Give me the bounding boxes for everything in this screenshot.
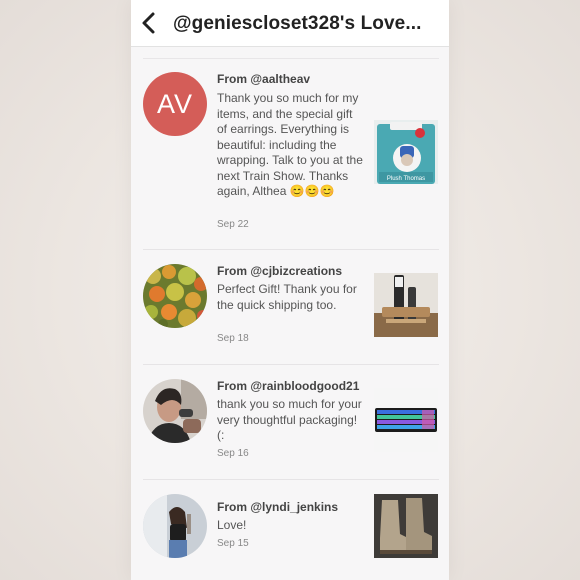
review-message: thank you so much for your very thoughtf… bbox=[217, 397, 362, 442]
review-date: Sep 15 bbox=[217, 538, 249, 549]
avatar[interactable] bbox=[143, 379, 207, 443]
product-thumbnail-image bbox=[374, 273, 438, 337]
review-from[interactable]: From @cjbizcreations bbox=[217, 264, 342, 278]
chevron-left-icon bbox=[142, 12, 155, 34]
review-date: Sep 16 bbox=[217, 448, 249, 459]
avatar-image bbox=[143, 379, 207, 443]
product-thumbnail-image bbox=[374, 494, 438, 558]
avatar[interactable]: AV bbox=[143, 72, 207, 136]
review-from[interactable]: From @rainbloodgood21 bbox=[217, 379, 359, 393]
avatar[interactable] bbox=[143, 494, 207, 558]
review-item: AV From @aaltheav Thank you so much for … bbox=[131, 59, 449, 250]
avatar-image bbox=[143, 264, 207, 328]
review-message: Love! bbox=[217, 518, 247, 532]
back-button[interactable] bbox=[137, 10, 161, 36]
product-thumbnail-image bbox=[374, 388, 438, 452]
review-item: From @lyndi_jenkins Love! Sep 15 bbox=[131, 480, 449, 580]
review-from[interactable]: From @aaltheav bbox=[217, 72, 310, 86]
listing-thumbnail[interactable] bbox=[374, 388, 438, 452]
review-from[interactable]: From @lyndi_jenkins bbox=[217, 500, 338, 514]
review-item: From @rainbloodgood21 thank you so much … bbox=[131, 365, 449, 480]
review-date: Sep 22 bbox=[217, 219, 249, 230]
header-bar: @geniescloset328's Love... bbox=[131, 0, 449, 47]
svg-text:Plush Thomas: Plush Thomas bbox=[387, 176, 425, 182]
listing-thumbnail[interactable]: Plush Thomas bbox=[374, 120, 438, 184]
avatar-image bbox=[143, 494, 207, 558]
page-title: @geniescloset328's Love... bbox=[173, 13, 422, 34]
avatar[interactable] bbox=[143, 264, 207, 328]
phone-screen: @geniescloset328's Love... AV From @aalt… bbox=[131, 0, 449, 580]
review-message: Perfect Gift! Thank you for the quick sh… bbox=[217, 282, 357, 312]
listing-thumbnail[interactable] bbox=[374, 273, 438, 337]
product-thumbnail-image: Plush Thomas bbox=[374, 120, 438, 184]
listing-thumbnail[interactable] bbox=[374, 494, 438, 558]
review-message: Thank you so much for my items, and the … bbox=[217, 91, 363, 198]
review-date: Sep 18 bbox=[217, 333, 249, 344]
review-item: From @cjbizcreations Perfect Gift! Thank… bbox=[131, 250, 449, 365]
